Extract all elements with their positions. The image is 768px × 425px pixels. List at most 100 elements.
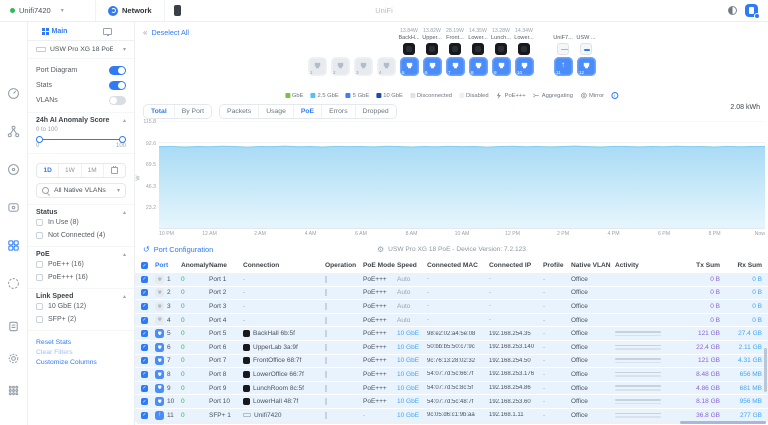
site-selector[interactable]: Unifi7420 ▾ [0, 0, 96, 21]
tab-errors[interactable]: Errors [322, 105, 356, 118]
theme-contrast-icon[interactable] [728, 6, 737, 15]
filter-option[interactable]: PoE++ (16) [36, 258, 126, 271]
diagram-port-10[interactable]: 10 [515, 57, 534, 76]
native-vlan-dropdown[interactable]: All Native VLANs ▾ [36, 183, 126, 198]
horizontal-scrollbar-thumb[interactable] [680, 421, 766, 424]
tab-poe[interactable]: PoE [294, 105, 322, 118]
operation-checkbox[interactable] [325, 317, 327, 324]
tab-main[interactable]: Main [28, 22, 81, 40]
rail-dashboard-icon[interactable] [7, 86, 21, 100]
rail-topology-icon[interactable] [7, 124, 21, 138]
column-header-port[interactable]: Port [155, 262, 181, 269]
chevron-up-icon[interactable]: ▾ [123, 117, 126, 124]
column-header-connection[interactable]: Connection [243, 262, 325, 269]
operation-checkbox[interactable] [325, 330, 327, 337]
filter-option[interactable]: PoE+++ (16) [36, 271, 126, 284]
filter-option[interactable]: In Use (8) [36, 216, 126, 229]
diagram-port-8[interactable]: 8 [469, 57, 488, 76]
device-selector[interactable]: USW Pro XG 18 PoE ▾ [28, 41, 134, 59]
tab-network[interactable]: Network [96, 0, 165, 21]
row-checkbox[interactable]: ✓ [141, 385, 148, 392]
column-header-rx-sum[interactable]: Rx Sum [725, 262, 767, 269]
row-checkbox[interactable]: ✓ [141, 289, 148, 296]
port-config-title-group[interactable]: ↺ Port Configuration [143, 245, 213, 254]
checkbox-unchecked[interactable] [36, 219, 43, 226]
row-checkbox[interactable]: ✓ [141, 303, 148, 310]
chart-plot-area[interactable] [159, 121, 765, 229]
time-range-calendar[interactable] [104, 164, 125, 177]
diagram-port-6[interactable]: 6 [423, 57, 442, 76]
operation-checkbox[interactable] [325, 303, 327, 310]
rail-radios-icon[interactable] [7, 162, 21, 176]
time-range-1d[interactable]: 1D [37, 164, 59, 177]
table-row-port-9[interactable]: ✓90Port 9LunchRoom 8c:5fPoE+++10 GbE54:0… [135, 382, 768, 396]
filter-option[interactable]: SFP+ (2) [36, 313, 126, 326]
toggle-switch[interactable] [109, 81, 126, 90]
chevron-up-icon[interactable]: ▾ [123, 293, 126, 300]
tab-device-console[interactable] [165, 0, 191, 21]
rail-help-icon[interactable] [7, 319, 21, 333]
column-header-profile[interactable]: Profile [543, 262, 571, 269]
column-header-connected-ip[interactable]: Connected IP [489, 262, 543, 269]
operation-checkbox[interactable] [325, 357, 327, 364]
tab-usage[interactable]: Usage [259, 105, 294, 118]
operation-checkbox[interactable] [325, 398, 327, 405]
table-row-port-6[interactable]: ✓60Port 6UpperLab 3a:9fPoE+++10 GbE50:bb… [135, 341, 768, 355]
column-header-poe-mode[interactable]: PoE Mode [363, 262, 397, 269]
deselect-all-button[interactable]: Deselect All [151, 28, 189, 37]
diagram-port-4[interactable]: 4 [377, 57, 396, 76]
column-header-operation[interactable]: Operation [325, 262, 363, 269]
diagram-port-5[interactable]: 5 [400, 57, 419, 76]
operation-checkbox[interactable] [325, 344, 327, 351]
diagram-port-12[interactable]: 12 [577, 57, 596, 76]
table-row-port-10[interactable]: ✓100Port 10LowerHall 48:7fPoE+++10 GbE54… [135, 395, 768, 409]
rail-insights-icon[interactable] [7, 276, 21, 290]
diagram-port-11[interactable]: ↑11 [554, 57, 573, 76]
rail-settings-icon[interactable] [7, 351, 21, 365]
reset-stats-link[interactable]: Reset Stats [36, 339, 126, 346]
operation-checkbox[interactable] [325, 289, 327, 296]
column-header-native-vlan[interactable]: Native VLAN [571, 262, 615, 269]
filter-option[interactable]: Not Connected (4) [36, 229, 126, 242]
table-row-port-5[interactable]: ✓50Port 5BackHall 6b:5fPoE+++10 GbE98:e2… [135, 327, 768, 341]
tab-display[interactable] [81, 22, 134, 40]
customize-columns-link[interactable]: Customize Columns [36, 359, 126, 366]
toggle-switch[interactable] [109, 96, 126, 105]
slider-handle-max[interactable] [119, 136, 126, 143]
column-header-tx-sum[interactable]: Tx Sum [677, 262, 725, 269]
table-row-port-7[interactable]: ✓70Port 7FrontOffice 68:7fPoE+++10 GbE9c… [135, 355, 768, 369]
diagram-port-7[interactable]: 7 [446, 57, 465, 76]
operation-checkbox[interactable] [325, 276, 327, 283]
horizontal-scrollbar[interactable] [137, 421, 766, 424]
time-range-1w[interactable]: 1W [59, 164, 81, 177]
column-header-speed[interactable]: Speed [397, 262, 427, 269]
row-checkbox[interactable]: ✓ [141, 357, 148, 364]
rail-apps-icon[interactable] [7, 383, 21, 397]
diagram-port-9[interactable]: 9 [492, 57, 511, 76]
rail-ports-icon[interactable] [7, 238, 21, 252]
clear-filters-link[interactable]: Clear Filters [36, 349, 126, 356]
checkbox-unchecked[interactable] [36, 274, 43, 281]
column-header-anomaly[interactable]: Anomaly [181, 262, 209, 269]
table-row-port-2[interactable]: ✓20Port 2-PoE+++Auto---Office0 B0 B [135, 287, 768, 301]
column-header-activity[interactable]: Activity [615, 262, 677, 269]
filter-option[interactable]: 10 GbE (12) [36, 300, 126, 313]
row-checkbox[interactable]: ✓ [141, 276, 148, 283]
selection-toolbar[interactable]: « Deselect All [143, 28, 189, 37]
column-header-connected-mac[interactable]: Connected MAC [427, 262, 489, 269]
tab-by-port[interactable]: By Port [175, 105, 211, 118]
tab-total[interactable]: Total [144, 105, 175, 118]
checkbox-unchecked[interactable] [36, 261, 43, 268]
rail-devices-icon[interactable] [7, 200, 21, 214]
row-checkbox[interactable]: ✓ [141, 371, 148, 378]
table-row-port-4[interactable]: ✓40Port 4-PoE+++Auto---Office0 B0 B [135, 314, 768, 328]
chevron-up-icon[interactable]: ▾ [123, 209, 126, 216]
chevron-up-icon[interactable]: ▾ [123, 251, 126, 258]
table-row-port-3[interactable]: ✓30Port 3-PoE+++Auto---Office0 B0 B [135, 300, 768, 314]
tab-dropped[interactable]: Dropped [356, 105, 396, 118]
operation-checkbox[interactable] [325, 371, 327, 378]
column-header-name[interactable]: Name [209, 262, 243, 269]
info-icon[interactable]: i [611, 92, 618, 99]
table-row-port-1[interactable]: ✓10Port 1-PoE+++Auto---Office0 B0 B [135, 273, 768, 287]
anomaly-slider[interactable] [37, 138, 125, 141]
